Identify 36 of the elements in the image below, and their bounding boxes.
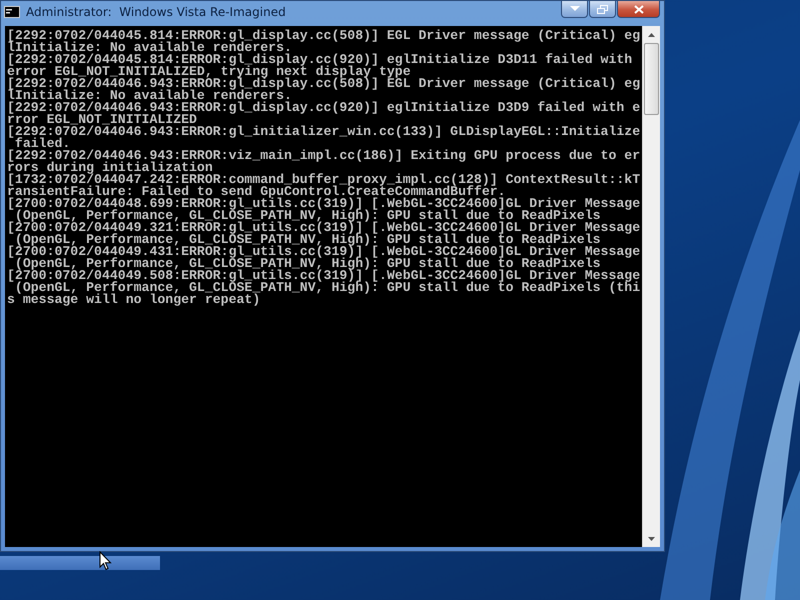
console-line: error EGL_NOT_INITIALIZED, trying next display type (7, 66, 411, 78)
close-icon (634, 4, 644, 14)
console-line: (OpenGL, Performance, GL_CLOSE_PATH_NV, High): GPU stall due to ReadPixels (14, 258, 601, 270)
console-line: [2292:0702/044046.943:ERROR:gl_display.cc(508)] EGL Driver message (Critical) eg (7, 78, 640, 90)
caret-down-icon (570, 6, 580, 12)
scroll-down-icon[interactable] (648, 536, 655, 540)
console-line: s message will no longer repeat) (7, 294, 260, 306)
console-line: [2292:0702/044045.814:ERROR:gl_display.cc(508)] EGL Driver message (Critical) eg (7, 30, 640, 42)
console-line: (OpenGL, Performance, GL_CLOSE_PATH_NV, High): GPU stall due to ReadPixels (14, 234, 601, 246)
scrollbar[interactable] (642, 26, 660, 547)
console-line: lInitialize: No available renderers. (7, 90, 292, 102)
console-line: rror EGL_NOT_INITIALIZED (7, 114, 197, 126)
console-icon (4, 6, 20, 18)
restore-icon (597, 4, 608, 14)
console-line: lInitialize: No available renderers. (7, 42, 292, 54)
console-line: [2292:0702/044046.943:ERROR:gl_display.cc(920)] eglInitialize D3D9 failed with e (7, 102, 640, 114)
console-line: [2700:0702/044049.321:ERROR:gl_utils.cc(319)] [.WebGL-3CC24600]GL Driver Message (7, 222, 640, 234)
mouse-pointer-icon (99, 551, 112, 571)
restore-button[interactable] (589, 1, 616, 18)
console-line: [2700:0702/044048.699:ERROR:gl_utils.cc(319)] [.WebGL-3CC24600]GL Driver Message (7, 198, 640, 210)
console-line: [2292:0702/044046.943:ERROR:viz_main_impl.cc(186)] Exiting GPU process due to er (7, 150, 640, 162)
close-button[interactable] (617, 1, 660, 18)
scroll-up-icon[interactable] (648, 32, 655, 36)
console-line: rors during initialization (7, 162, 213, 174)
console-line: failed. (14, 138, 70, 150)
scroll-thumb[interactable] (644, 43, 659, 115)
console-line: [2292:0702/044046.943:ERROR:gl_initializer_win.cc(133)] GLDisplayEGL::Initialize (7, 126, 640, 138)
console-line: [2292:0702/044045.814:ERROR:gl_display.cc(920)] eglInitialize D3D11 failed with (7, 54, 632, 66)
window-title: Administrator: Windows Vista Re-Imagined (26, 5, 287, 19)
console-line: [1732:0702/044047.242:ERROR:command_buffer_proxy_impl.cc(128)] ContextResult::kT (7, 174, 640, 186)
console-line: ransientFailure: Failed to send GpuControl.CreateCommandBuffer. (7, 186, 506, 198)
console-line: (OpenGL, Performance, GL_CLOSE_PATH_NV, High): GPU stall due to ReadPixels (14, 210, 601, 222)
console-line: [2700:0702/044049.508:ERROR:gl_utils.cc(319)] [.WebGL-3CC24600]GL Driver Message (7, 270, 640, 282)
console-line: (OpenGL, Performance, GL_CLOSE_PATH_NV, High): GPU stall due to ReadPixels (thi (14, 282, 640, 294)
console-line: [2700:0702/044049.431:ERROR:gl_utils.cc(319)] [.WebGL-3CC24600]GL Driver Message (7, 246, 640, 258)
minimize-button[interactable] (561, 1, 588, 18)
